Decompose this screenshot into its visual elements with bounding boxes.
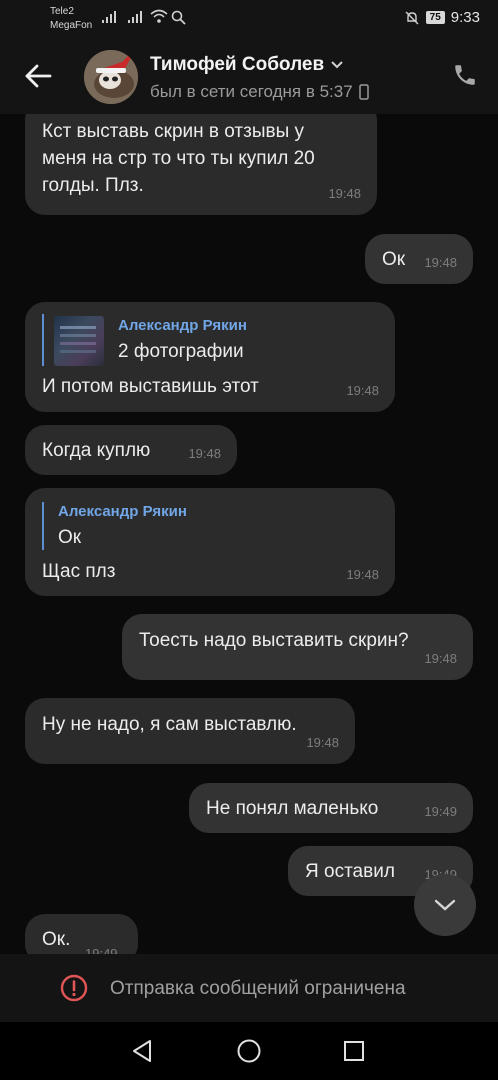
message-bubble-out[interactable]: Не понял маленько 19:49 xyxy=(189,783,473,833)
forwarded-text: Ок xyxy=(58,527,82,548)
message-bubble-in[interactable]: Александр Рякин 2 фотографии И потом выс… xyxy=(25,302,395,412)
exclamation-circle-icon xyxy=(60,974,88,1002)
forwarded-author: Александр Рякин xyxy=(58,503,187,520)
message-text: И потом выставишь этот xyxy=(42,376,259,397)
message-bubble-in[interactable]: Когда куплю 19:48 xyxy=(25,425,237,475)
contact-name-text: Тимофей Соболев xyxy=(150,54,325,75)
message-time: 19:48 xyxy=(188,446,221,461)
clock: 9:33 xyxy=(450,9,480,26)
message-text: Не понял маленько xyxy=(206,798,379,819)
message-bubble-out[interactable]: Ок 19:48 xyxy=(365,234,473,284)
message-bubble-in[interactable]: Кст выставь скрин в отзывы у меня на стр… xyxy=(25,114,377,215)
message-list[interactable]: Кст выставь скрин в отзывы у меня на стр… xyxy=(0,114,498,954)
message-time: 19:48 xyxy=(346,567,379,582)
message-time: 19:48 xyxy=(306,735,339,750)
chevron-down-icon xyxy=(434,899,456,911)
message-time: 19:48 xyxy=(346,383,379,398)
message-text: Кст выставь скрин в отзывы у меня на стр… xyxy=(42,118,315,199)
status-bar: Tele2 MegaFon 75 9:33 xyxy=(0,0,498,38)
signal-2-icon xyxy=(128,11,142,23)
message-text: Когда куплю xyxy=(42,440,151,461)
square-recents-icon[interactable] xyxy=(341,1038,367,1064)
carrier-labels: Tele2 MegaFon xyxy=(50,5,92,33)
signal-1-icon xyxy=(102,11,116,23)
message-text: Я оставил xyxy=(305,861,395,882)
message-text: Щас плз xyxy=(42,561,116,582)
circle-home-icon[interactable] xyxy=(236,1038,262,1064)
message-line: меня на стр то что ты купил 20 xyxy=(42,148,315,169)
search-icon xyxy=(171,10,186,25)
message-time: 19:48 xyxy=(424,255,457,270)
carrier-2: MegaFon xyxy=(50,20,93,31)
system-nav-bar xyxy=(0,1022,498,1080)
scroll-down-button[interactable] xyxy=(414,874,476,936)
message-bubble-out[interactable]: Тоесть надо выставить скрин? 19:48 xyxy=(122,614,473,680)
phone-icon[interactable] xyxy=(452,62,478,88)
message-bubble-in[interactable]: Александр Рякин Ок Щас плз 19:48 xyxy=(25,488,395,596)
message-line: Кст выставь скрин в отзывы у xyxy=(42,121,305,142)
forwarded-text: 2 фотографии xyxy=(118,341,244,362)
avatar-image xyxy=(84,50,138,104)
message-time: 19:48 xyxy=(424,651,457,666)
chevron-down-icon xyxy=(331,61,343,69)
status-right: 75 9:33 xyxy=(404,9,480,26)
restriction-text: Отправка сообщений ограничена xyxy=(110,978,406,999)
photo-thumbnail[interactable] xyxy=(54,316,104,366)
message-text: Ну не надо, я сам выставлю. xyxy=(42,714,297,735)
last-seen: был в сети сегодня в 5:37 xyxy=(150,82,369,102)
arrow-left-icon[interactable] xyxy=(22,60,54,92)
message-time: 19:48 xyxy=(328,186,361,201)
forwarded-block[interactable]: Александр Рякин 2 фотографии xyxy=(42,314,342,366)
message-line: голды. Плз. xyxy=(42,175,144,196)
contact-name[interactable]: Тимофей Соболев xyxy=(150,54,344,76)
last-seen-text: был в сети сегодня в 5:37 xyxy=(150,82,353,101)
forwarded-author: Александр Рякин xyxy=(118,317,247,334)
bell-muted-icon xyxy=(405,11,419,24)
battery-level: 75 xyxy=(425,11,445,24)
avatar[interactable] xyxy=(84,50,138,104)
message-time: 19:49 xyxy=(424,804,457,819)
wifi-icon xyxy=(150,9,168,23)
message-text: Ок. xyxy=(42,929,71,950)
mobile-icon xyxy=(358,84,369,100)
message-text: Тоесть надо выставить скрин? xyxy=(139,630,409,651)
message-time: 19:49 xyxy=(85,946,118,954)
carrier-1: Tele2 xyxy=(50,6,74,17)
message-text: Ок xyxy=(382,249,406,270)
forwarded-block[interactable]: Александр Рякин Ок xyxy=(42,502,342,550)
triangle-back-icon[interactable] xyxy=(130,1038,156,1064)
messaging-restricted-bar: Отправка сообщений ограничена xyxy=(0,954,498,1022)
message-bubble-in[interactable]: Ну не надо, я сам выставлю. 19:48 xyxy=(25,698,355,764)
chat-header: Тимофей Соболев был в сети сегодня в 5:3… xyxy=(0,38,498,114)
message-bubble-in[interactable]: Ок. 19:49 xyxy=(25,914,138,954)
